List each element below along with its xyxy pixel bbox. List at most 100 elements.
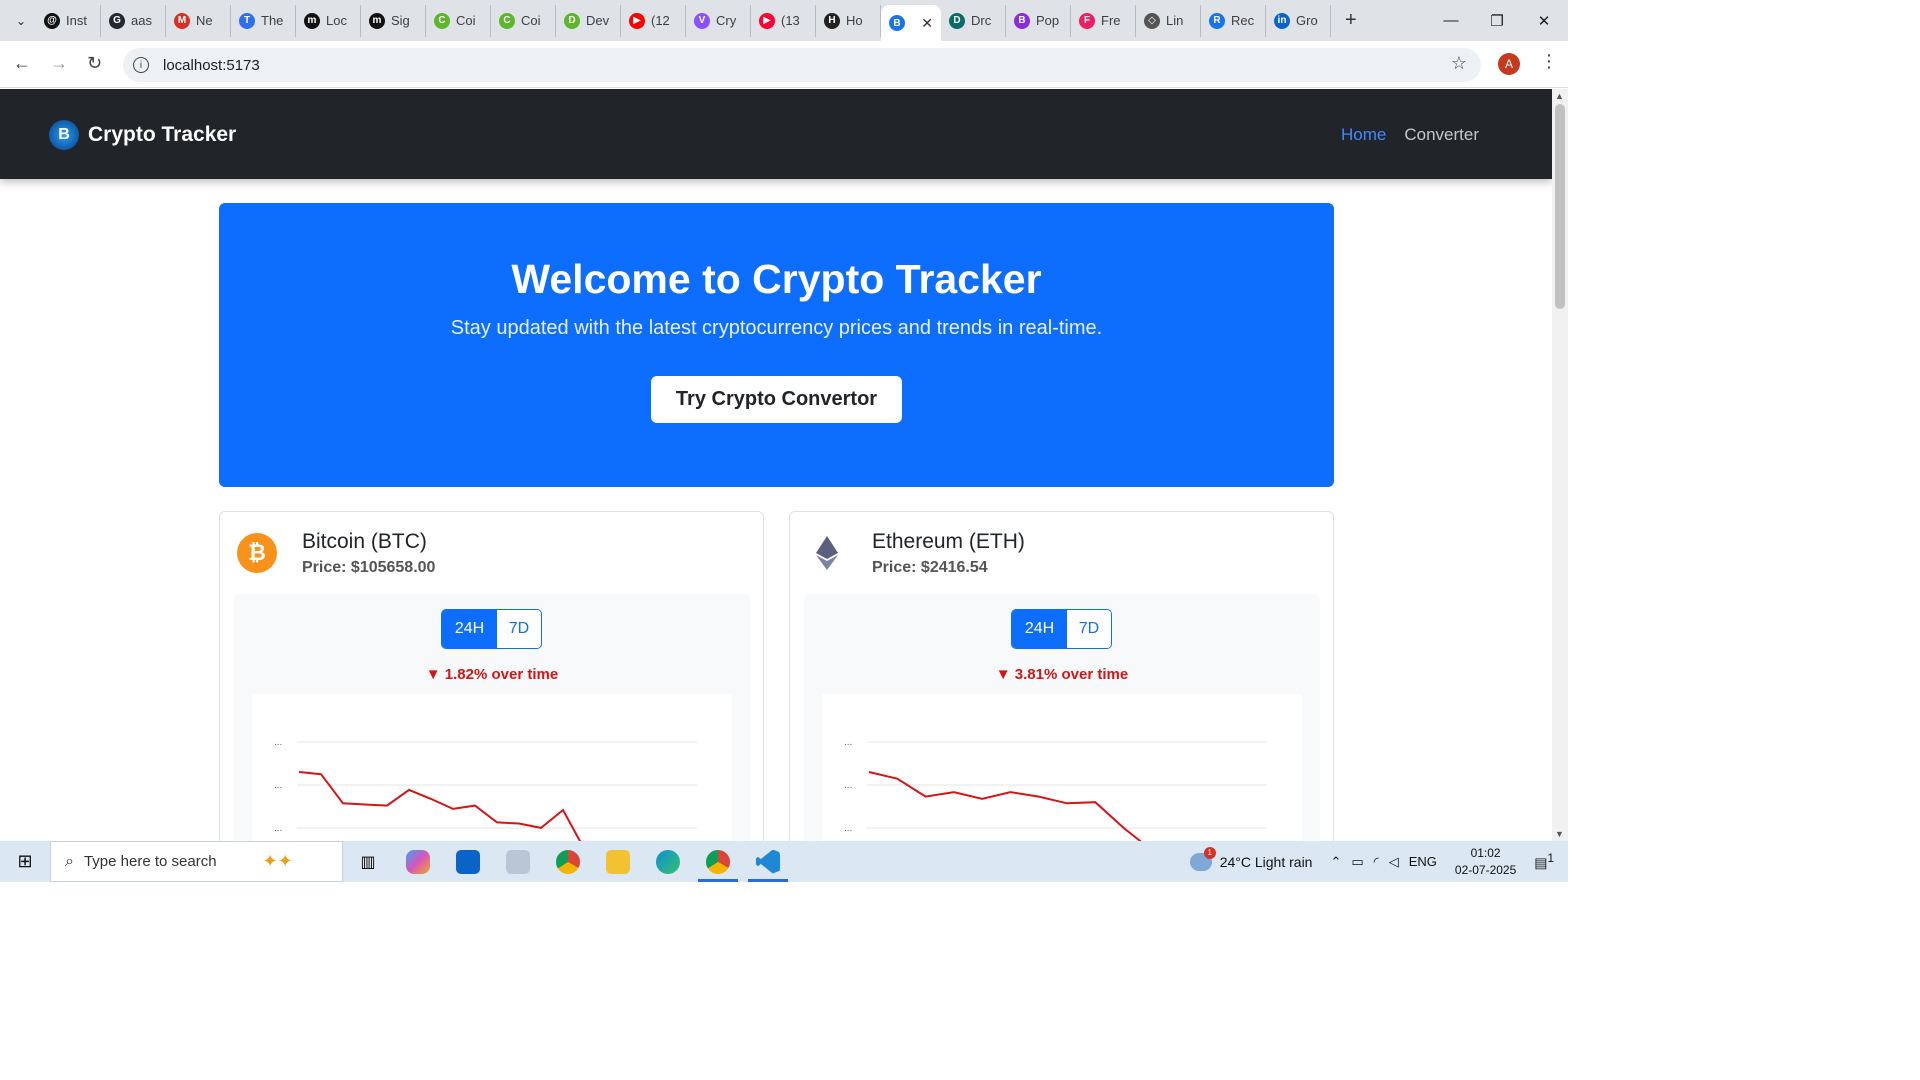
bitcoin-icon: ₿: [237, 533, 277, 573]
language-indicator[interactable]: ENG: [1409, 854, 1437, 869]
close-window-icon[interactable]: ✕: [1521, 0, 1567, 41]
weather-widget[interactable]: 1 24°C Light rain: [1189, 846, 1313, 871]
browser-tab-after-1[interactable]: B Pop: [1006, 4, 1071, 37]
restore-icon[interactable]: ❐: [1474, 0, 1520, 41]
copilot-sparkle-icon[interactable]: ✦✦: [263, 851, 293, 872]
scroll-down-icon[interactable]: ▼: [1555, 829, 1564, 839]
new-tab-icon[interactable]: +: [1345, 9, 1357, 32]
browser-tab-strip: ⌄ @ Inst Gaas M Ne T The m Loc m Sig C Coi C Coi D Dev ▶(…: [0, 0, 1568, 41]
tab-label: Sig: [391, 13, 410, 28]
notification-count: 1: [1547, 851, 1554, 865]
tab-search-button[interactable]: ⌄: [6, 6, 36, 36]
file-explorer-icon[interactable]: [593, 841, 643, 882]
y-tick-label: ...: [844, 780, 852, 791]
browser-tab-after-2[interactable]: F Fre: [1071, 4, 1136, 37]
range-24h-button[interactable]: 24H: [442, 610, 497, 648]
bookmark-star-icon[interactable]: ☆: [1451, 53, 1467, 74]
site-info-icon[interactable]: i: [133, 57, 149, 73]
tab-label: (13: [781, 13, 800, 28]
battery-icon[interactable]: ▭: [1351, 854, 1363, 870]
nav-converter-link[interactable]: Converter: [1404, 125, 1479, 145]
brand[interactable]: B Crypto Tracker: [49, 120, 236, 150]
tab-label: Fre: [1101, 13, 1121, 28]
back-icon[interactable]: ←: [13, 53, 31, 74]
forward-icon[interactable]: →: [50, 53, 68, 74]
browser-tab-10[interactable]: V Cry: [686, 4, 751, 37]
speaker-icon[interactable]: ◁: [1389, 854, 1399, 870]
browser-tab-1[interactable]: Gaas: [101, 4, 166, 37]
browser-tab-2[interactable]: M Ne: [166, 4, 231, 37]
browser-tab-after-0[interactable]: D Drc: [941, 4, 1006, 37]
outlook-icon[interactable]: [443, 841, 493, 882]
reload-icon[interactable]: ↻: [87, 53, 102, 74]
folder-app-icon[interactable]: [493, 841, 543, 882]
price-chart-svg: ............: [844, 737, 1267, 841]
tab-label: Pop: [1036, 13, 1060, 28]
chrome-icon[interactable]: [543, 841, 593, 882]
browser-tab-5[interactable]: m Sig: [361, 4, 426, 37]
copilot-icon[interactable]: [393, 841, 443, 882]
chart-panel: 24H 7D ▼ 1.82% over time ............: [234, 594, 750, 841]
browser-tab-3[interactable]: T The: [231, 4, 296, 37]
browser-tab-11[interactable]: ▶ (13: [751, 4, 816, 37]
chrome-profile-icon[interactable]: [693, 841, 743, 882]
tab-label: Gro: [1296, 13, 1318, 28]
url-text[interactable]: localhost:5173: [163, 57, 260, 74]
browser-tab-7[interactable]: C Coi: [491, 4, 556, 37]
tab-label: Dev: [586, 13, 610, 28]
wifi-icon[interactable]: ◜: [1374, 854, 1379, 870]
browser-tab-after-4[interactable]: R Rec: [1201, 4, 1266, 37]
ethereum-logo-icon: [816, 536, 838, 570]
active-tab-favicon-icon: B: [889, 15, 905, 31]
tab-label: (12: [651, 13, 670, 28]
clock[interactable]: 01:02 02-07-2025: [1455, 845, 1516, 879]
browser-tab-4[interactable]: m Loc: [296, 4, 361, 37]
try-converter-button[interactable]: Try Crypto Convertor: [650, 376, 903, 423]
profile-avatar[interactable]: A: [1498, 53, 1520, 75]
vscode-icon[interactable]: [743, 841, 793, 882]
range-24h-button[interactable]: 24H: [1012, 610, 1067, 648]
taskbar-search[interactable]: ⌕ Type here to search ✦✦: [50, 841, 343, 882]
range-7d-button[interactable]: 7D: [1067, 610, 1111, 648]
y-tick-label: ...: [274, 780, 282, 791]
browser-menu-icon[interactable]: ⋮: [1540, 51, 1558, 72]
search-icon: ⌕: [65, 852, 74, 870]
brand-logo-icon: B: [49, 120, 79, 150]
taskbar-search-placeholder[interactable]: Type here to search: [84, 853, 217, 870]
chevron-up-icon[interactable]: ⌃: [1330, 854, 1341, 870]
edge-icon[interactable]: [643, 841, 693, 882]
tab-favicon-icon: F: [1079, 12, 1095, 29]
browser-tab-6[interactable]: C Coi: [426, 4, 491, 37]
scroll-up-icon[interactable]: ▲: [1555, 91, 1564, 101]
browser-tab-8[interactable]: D Dev: [556, 4, 621, 37]
page-scrollbar[interactable]: ▲ ▼: [1552, 89, 1568, 841]
notification-icon[interactable]: ▤1: [1534, 852, 1554, 872]
browser-tab-after-5[interactable]: in Gro: [1266, 4, 1331, 37]
nav-home-link[interactable]: Home: [1341, 125, 1386, 145]
tab-favicon-icon: C: [434, 12, 450, 29]
ethereum-icon: [807, 533, 847, 573]
scrollbar-thumb[interactable]: [1555, 104, 1565, 309]
active-tab[interactable]: B ✕: [881, 5, 941, 41]
tab-label: aas: [131, 13, 152, 28]
coin-price: Price: $105658.00: [302, 559, 436, 576]
browser-tab-after-3[interactable]: ◇ Lin: [1136, 4, 1201, 37]
brand-name[interactable]: Crypto Tracker: [88, 123, 236, 147]
browser-tab-12[interactable]: H Ho: [816, 4, 881, 37]
browser-tab-9[interactable]: ▶ (12: [621, 4, 686, 37]
chart-panel: 24H 7D ▼ 3.81% over time ............: [804, 594, 1320, 841]
browser-tab-0[interactable]: @ Inst: [36, 4, 101, 37]
range-7d-button[interactable]: 7D: [497, 610, 541, 648]
task-view-icon[interactable]: ▥: [343, 841, 393, 882]
y-tick-label: ...: [274, 823, 282, 834]
windows-start-icon[interactable]: ⊞: [0, 851, 50, 872]
price-change: ▼ 1.82% over time: [425, 666, 559, 683]
weather-text: 24°C Light rain: [1219, 853, 1313, 870]
omnibox[interactable]: i localhost:5173 ☆: [123, 48, 1481, 82]
close-tab-icon[interactable]: ✕: [921, 15, 933, 32]
price-chart: ............: [252, 694, 732, 841]
minimize-icon[interactable]: —: [1428, 0, 1474, 41]
price-chart-svg: ............: [274, 737, 697, 841]
tab-label: The: [261, 13, 284, 28]
app-navbar: B Crypto Tracker Home Converter: [0, 89, 1552, 179]
